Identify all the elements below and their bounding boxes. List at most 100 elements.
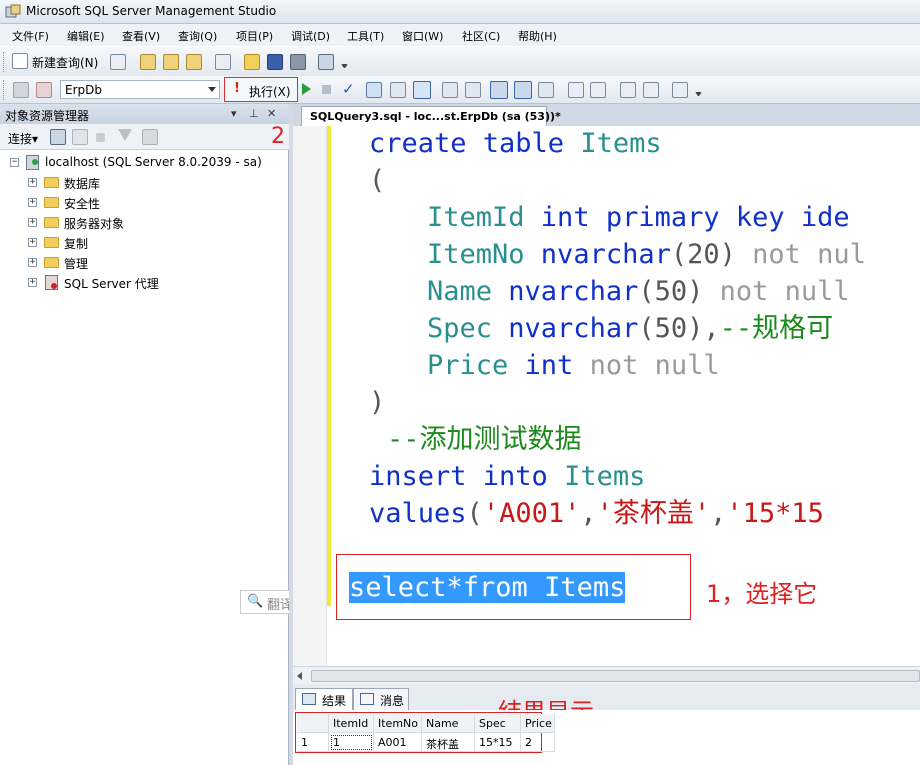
expand-icon[interactable]: + <box>28 238 37 247</box>
parse-check-icon[interactable]: ✓ <box>342 80 355 98</box>
save-icon[interactable] <box>267 54 283 70</box>
expand-icon[interactable]: + <box>28 258 37 267</box>
new-file-icon[interactable] <box>110 54 126 70</box>
toolbar-overflow-icon[interactable] <box>695 92 702 100</box>
code-line-7: Price int not null <box>427 350 720 381</box>
refresh-icon[interactable] <box>142 129 158 145</box>
change-connection-icon[interactable] <box>36 82 52 98</box>
menu-file[interactable]: 文件(F) <box>12 28 49 44</box>
tree-node-databases[interactable]: + 数据库 <box>0 172 289 192</box>
folder-icon <box>44 237 59 248</box>
tree-node-management[interactable]: + 管理 <box>0 252 289 272</box>
include-plan-icon[interactable] <box>490 81 508 99</box>
dropdown-icon[interactable]: ▾ <box>231 107 237 120</box>
specify-values-icon[interactable] <box>672 82 688 98</box>
decrease-indent-icon[interactable] <box>620 82 636 98</box>
add-file-icon[interactable] <box>215 54 231 70</box>
table-cell[interactable]: A001 <box>374 733 422 752</box>
execute-button[interactable]: ! 执行(X) <box>224 77 298 102</box>
scroll-left-icon[interactable] <box>297 672 302 680</box>
collapse-icon[interactable]: − <box>10 158 19 167</box>
menu-edit[interactable]: 编辑(E) <box>67 28 105 44</box>
menu-tools[interactable]: 工具(T) <box>347 28 384 44</box>
expand-icon[interactable]: + <box>28 178 37 187</box>
debug-icon[interactable] <box>366 82 382 98</box>
table-cell[interactable]: 2 <box>521 733 555 752</box>
query-options-icon[interactable] <box>538 82 554 98</box>
scroll-thumb[interactable] <box>311 670 920 682</box>
table-cell[interactable]: 茶杯盖 <box>422 733 475 752</box>
column-header[interactable]: Price <box>521 714 555 733</box>
tree-node-sql-agent[interactable]: + SQL Server 代理 <box>0 272 289 292</box>
activity-monitor-icon[interactable] <box>318 54 334 70</box>
tree-node-security[interactable]: + 安全性 <box>0 192 289 212</box>
stop-icon[interactable] <box>322 85 331 94</box>
menu-community[interactable]: 社区(C) <box>462 28 500 44</box>
folder-icon <box>44 197 59 208</box>
chevron-down-icon <box>208 87 216 92</box>
toolbar-grip[interactable] <box>3 80 6 100</box>
filter-icon[interactable] <box>118 129 132 141</box>
results-to-file-icon[interactable] <box>442 82 458 98</box>
code-line-6: Spec nvarchar(50),--规格可 <box>427 313 834 344</box>
expand-icon[interactable]: + <box>28 198 37 207</box>
uncomment-icon[interactable] <box>590 82 606 98</box>
pin-icon[interactable]: ⊥ <box>249 107 259 120</box>
column-header[interactable]: ItemId <box>329 714 374 733</box>
toolbar-grip[interactable] <box>3 52 6 72</box>
save-all-icon[interactable] <box>290 54 306 70</box>
menu-help[interactable]: 帮助(H) <box>518 28 557 44</box>
connect-server-icon[interactable] <box>50 129 66 145</box>
sql-editor[interactable]: create table Items ( ItemId int primary … <box>293 126 920 666</box>
sql-agent-icon <box>45 275 58 290</box>
database-select[interactable]: ErpDb <box>60 80 220 99</box>
connect-icon[interactable] <box>13 82 29 98</box>
annotation-step-1: 1，选择它 <box>706 580 818 608</box>
change-marker-bar <box>327 126 331 606</box>
client-stats-icon[interactable] <box>514 81 532 99</box>
analysis-query-icon[interactable] <box>140 54 156 70</box>
tree-node-server[interactable]: − localhost (SQL Server 8.0.2039 - sa) <box>0 152 289 172</box>
execute-icon: ! <box>234 81 240 96</box>
stop-icon[interactable] <box>96 133 105 142</box>
expand-icon[interactable]: + <box>28 218 37 227</box>
menu-query[interactable]: 查询(Q) <box>178 28 217 44</box>
folder-icon <box>44 217 59 228</box>
tree-node-replication[interactable]: + 复制 <box>0 232 289 252</box>
results-to-text-icon[interactable] <box>390 82 406 98</box>
menu-debug[interactable]: 调试(D) <box>291 28 330 44</box>
comment-icon[interactable] <box>568 82 584 98</box>
results-to-grid-icon[interactable] <box>413 81 431 99</box>
tab-results[interactable]: 结果 <box>295 688 353 710</box>
display-plan-icon[interactable] <box>465 82 481 98</box>
database-select-value: ErpDb <box>65 83 102 97</box>
toolbar-overflow-icon[interactable] <box>341 64 348 72</box>
expand-icon[interactable]: + <box>28 278 37 287</box>
results-grid: ItemId ItemNo Name Spec Price 1 1 A001 茶… <box>293 710 920 765</box>
close-icon[interactable]: ✕ <box>267 107 276 120</box>
mdx-query-icon[interactable] <box>163 54 179 70</box>
disconnect-icon[interactable] <box>72 129 88 145</box>
menu-view[interactable]: 查看(V) <box>122 28 160 44</box>
menu-window[interactable]: 窗口(W) <box>402 28 443 44</box>
play-icon[interactable] <box>302 83 311 95</box>
table-cell[interactable]: 15*15 <box>475 733 521 752</box>
column-header[interactable]: Spec <box>475 714 521 733</box>
open-file-icon[interactable] <box>244 54 260 70</box>
results-tab-bar: 结果 消息 <box>293 684 920 710</box>
column-header[interactable]: Name <box>422 714 475 733</box>
editor-hscrollbar[interactable] <box>293 666 920 684</box>
annotation-step-2: 2 <box>271 124 285 149</box>
editor-margin <box>293 126 327 666</box>
increase-indent-icon[interactable] <box>643 82 659 98</box>
connect-button[interactable]: 连接▾ <box>8 130 38 147</box>
tab-sqlquery3[interactable]: SQLQuery3.sql - loc...st.ErpDb (sa (53))… <box>301 106 561 126</box>
table-cell[interactable]: 1 <box>329 733 374 752</box>
tree-node-server-objects[interactable]: + 服务器对象 <box>0 212 289 232</box>
tab-messages[interactable]: 消息 <box>353 688 409 710</box>
menu-project[interactable]: 项目(P) <box>236 28 273 44</box>
tab-results-label: 结果 <box>322 694 347 708</box>
dmx-query-icon[interactable] <box>186 54 202 70</box>
row-number[interactable]: 1 <box>297 733 329 752</box>
column-header[interactable]: ItemNo <box>374 714 422 733</box>
